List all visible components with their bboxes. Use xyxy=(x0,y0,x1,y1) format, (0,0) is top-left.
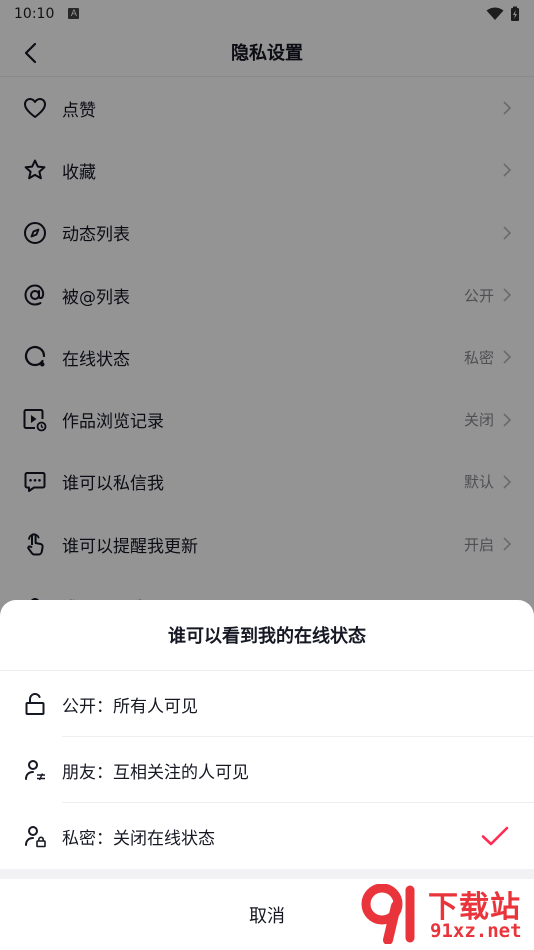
private-user-icon xyxy=(22,823,48,849)
watermark: 下载站 91xz.net xyxy=(360,882,528,948)
option-label: 私密：关闭在线状态 xyxy=(62,828,215,849)
checkmark-icon xyxy=(481,826,509,846)
sheet-divider xyxy=(0,869,534,879)
option-label: 公开：所有人可见 xyxy=(62,696,198,717)
option-label: 朋友：互相关注的人可见 xyxy=(62,762,249,783)
option-public[interactable]: 公开：所有人可见 xyxy=(0,671,534,737)
watermark-url: 91xz.net xyxy=(430,920,522,942)
sheet-title: 谁可以看到我的在线状态 xyxy=(0,600,534,671)
unlock-icon xyxy=(22,691,48,717)
option-friends[interactable]: 朋友：互相关注的人可见 xyxy=(0,737,534,803)
watermark-logo-icon xyxy=(361,884,415,944)
friend-icon xyxy=(22,757,48,783)
option-private[interactable]: 私密：关闭在线状态 xyxy=(0,803,534,869)
